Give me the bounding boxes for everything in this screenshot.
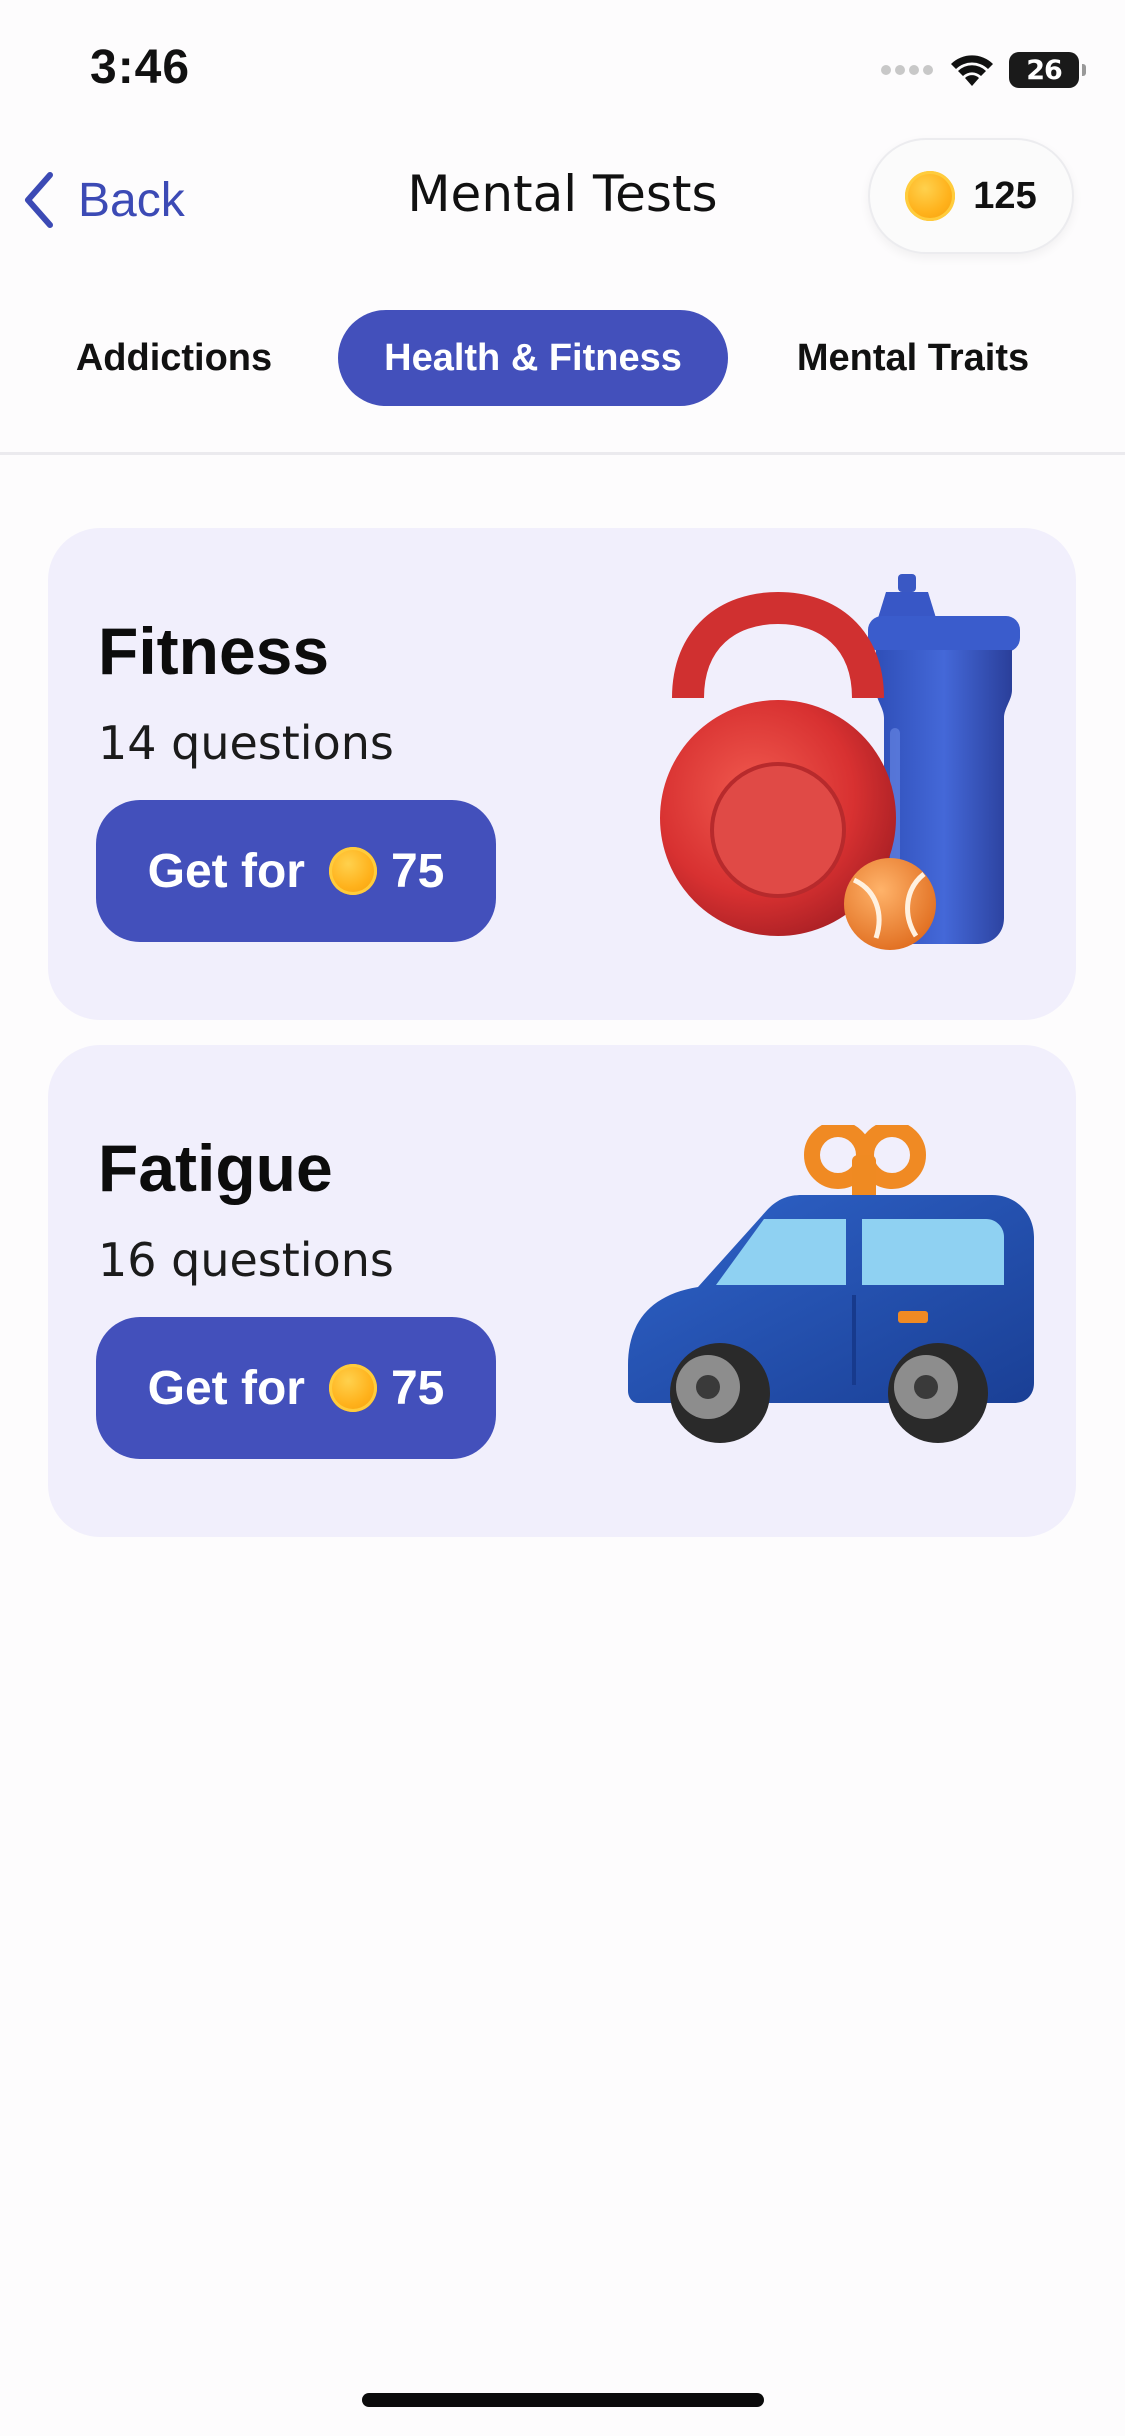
test-card-fitness[interactable]: Fitness 14 questions Get for 75 — [48, 528, 1076, 1020]
coin-balance[interactable]: 125 — [868, 138, 1074, 254]
battery-level: 26 — [1026, 54, 1063, 86]
button-price: 75 — [390, 844, 445, 898]
button-label: Get for — [147, 1361, 305, 1415]
category-tabs: Addictions Health & Fitness Mental Trait… — [0, 310, 1125, 410]
coin-amount: 125 — [973, 174, 1037, 217]
card-question-count: 14 questions — [98, 716, 394, 770]
tab-health-fitness[interactable]: Health & Fitness — [338, 310, 728, 406]
status-time: 3:46 — [90, 41, 191, 94]
kettlebell-bottle-ball-icon — [660, 574, 1020, 950]
coin-icon — [328, 1364, 377, 1412]
card-question-count: 16 questions — [98, 1233, 394, 1287]
tab-addictions[interactable]: Addictions — [44, 310, 304, 406]
button-price: 75 — [390, 1361, 445, 1415]
wifi-icon — [951, 55, 993, 86]
get-fatigue-button[interactable]: Get for 75 — [96, 1317, 496, 1459]
coin-icon — [905, 171, 956, 221]
button-label: Get for — [147, 844, 305, 898]
test-card-fatigue[interactable]: Fatigue 16 questions Get for 75 — [48, 1045, 1076, 1537]
card-title: Fitness — [98, 614, 330, 688]
coin-icon — [328, 847, 377, 895]
divider — [0, 452, 1125, 455]
cellular-signal-icon — [881, 65, 933, 75]
battery-icon: 26 — [1009, 52, 1086, 88]
status-icons: 26 — [879, 48, 1086, 92]
status-bar: 3:46 26 — [0, 0, 1125, 135]
tab-mental-traits[interactable]: Mental Traits — [766, 310, 1060, 406]
home-indicator — [362, 2393, 764, 2407]
card-title: Fatigue — [98, 1131, 333, 1205]
windup-toy-car-icon — [628, 1125, 1034, 1443]
get-fitness-button[interactable]: Get for 75 — [96, 800, 496, 942]
